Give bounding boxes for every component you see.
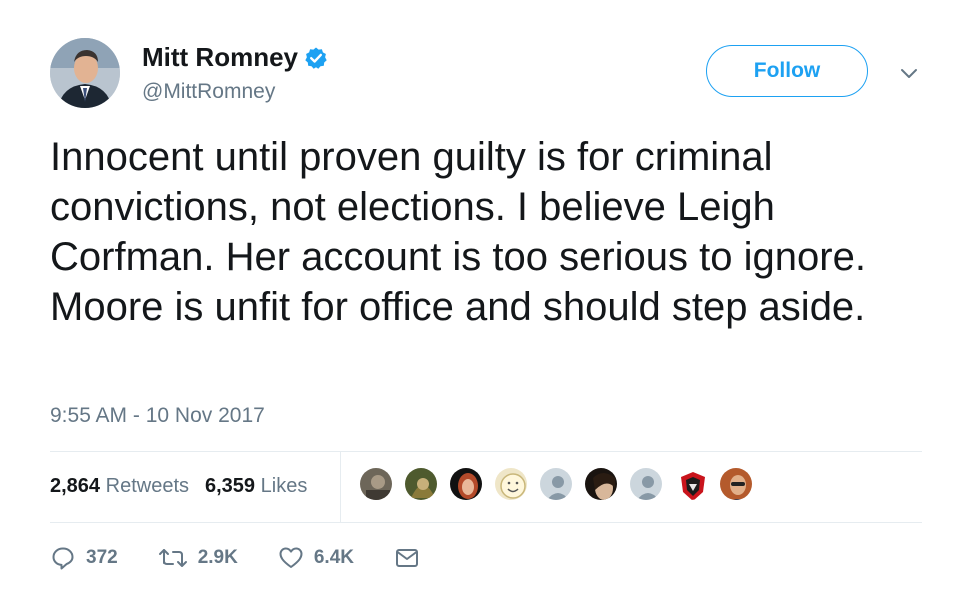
tweet-actions: 372 2.9K 6.4K (50, 545, 470, 571)
liker-avatar[interactable] (628, 466, 664, 502)
likes-count: 6,359 (205, 475, 256, 497)
divider (50, 451, 922, 452)
retweet-count: 2.9K (197, 547, 238, 568)
tweet-timestamp[interactable]: 9:55 AM - 10 Nov 2017 (50, 404, 265, 428)
liker-avatar[interactable] (358, 466, 394, 502)
divider (50, 522, 922, 523)
liker-avatar[interactable] (493, 466, 529, 502)
retweets-stat[interactable]: 2,864 Retweets (50, 475, 189, 498)
follow-button[interactable]: Follow (706, 45, 868, 97)
like-icon (279, 547, 303, 568)
retweets-label: Retweets (105, 475, 189, 497)
like-count: 6.4K (313, 547, 354, 568)
direct-message-action[interactable] (394, 545, 430, 571)
liker-avatars (358, 466, 763, 502)
liker-avatar[interactable] (673, 466, 709, 502)
reply-action[interactable]: 372 (50, 545, 118, 571)
reply-icon (52, 547, 74, 570)
reply-count: 372 (86, 547, 118, 568)
direct-message-icon (395, 549, 418, 567)
liker-avatar[interactable] (538, 466, 574, 502)
liker-avatar[interactable] (718, 466, 754, 502)
retweet-action[interactable]: 2.9K (158, 545, 238, 571)
liker-avatar[interactable] (448, 466, 484, 502)
user-handle[interactable]: @MittRomney (142, 80, 275, 104)
likes-stat[interactable]: 6,359 Likes (205, 475, 307, 498)
likes-label: Likes (260, 475, 308, 497)
tweet-text: Innocent until proven guilty is for crim… (50, 135, 866, 329)
verified-badge-icon (305, 47, 327, 69)
liker-avatar[interactable] (583, 466, 619, 502)
retweets-count: 2,864 (50, 475, 101, 497)
avatar[interactable] (50, 38, 120, 108)
author-name-row: Mitt Romney (142, 42, 328, 73)
liker-avatar[interactable] (403, 466, 439, 502)
chevron-down-icon[interactable] (898, 62, 920, 84)
tweet-stats: 2,864 Retweets 6,359 Likes (50, 475, 307, 498)
like-action[interactable]: 6.4K (278, 545, 354, 571)
stats-separator (340, 452, 341, 522)
display-name[interactable]: Mitt Romney (142, 42, 298, 73)
retweet-icon (158, 549, 187, 567)
